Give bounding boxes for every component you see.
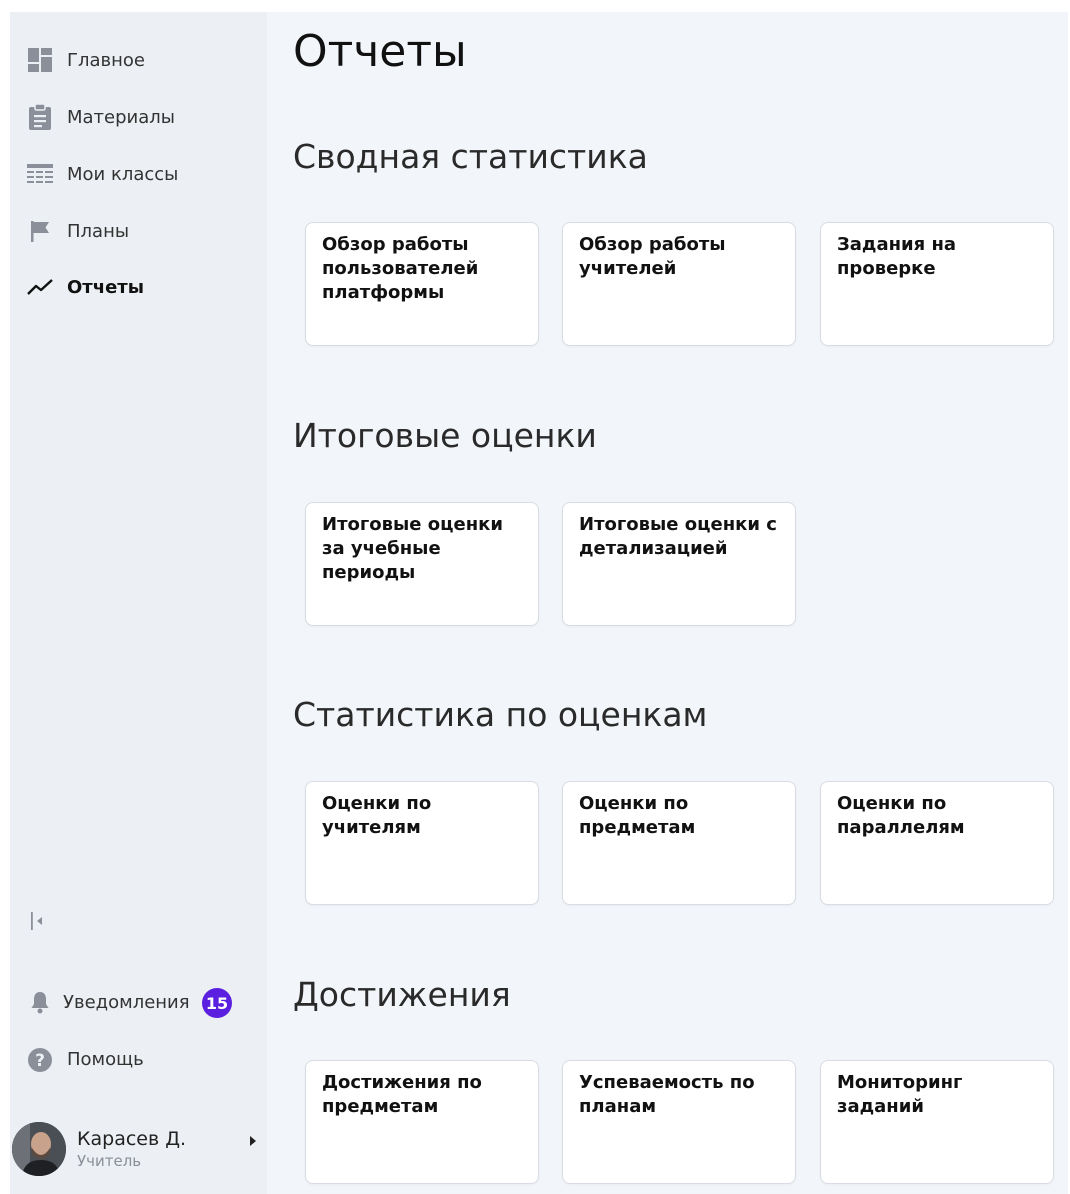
dashboard-icon [25,45,55,75]
app-frame: Главное Материалы Мои классы Планы Отчет… [10,12,1068,1194]
page-title: Отчеты [293,26,467,77]
notifications-button[interactable]: Уведомления 15 [10,982,267,1022]
report-card-label: Оценки по параллелям [837,793,965,838]
notifications-label: Уведомления [63,992,190,1013]
notifications-count-badge: 15 [202,988,232,1018]
report-card[interactable]: Обзор работы пользователей платформы [305,222,539,346]
flag-icon [25,216,55,246]
section-title: Достижения [293,975,511,1014]
report-card-label: Успеваемость по планам [579,1072,755,1117]
report-card-label: Задания на проверке [837,234,957,279]
avatar [12,1122,66,1176]
sidebar-item-label: Мои классы [67,163,179,185]
report-card-label: Обзор работы учителей [579,234,726,279]
sidebar-item-label: Материалы [67,106,175,128]
report-card-label: Оценки по предметам [579,793,696,838]
report-card[interactable]: Достижения по предметам [305,1060,539,1184]
section-title: Статистика по оценкам [293,695,708,734]
sidebar-item-label: Главное [67,49,145,71]
main-content: Отчеты Сводная статистика Обзор работы п… [267,12,1068,1194]
sidebar-item-materials[interactable]: Материалы [10,97,267,137]
report-card[interactable]: Оценки по учителям [305,781,539,905]
svg-text:?: ? [35,1051,45,1071]
sidebar-item-label: Отчеты [67,276,145,298]
report-card[interactable]: Итоговые оценки за учебные периоды [305,502,539,626]
user-menu[interactable]: Карасев Д. Учитель [10,1114,267,1184]
help-label: Помощь [67,1049,144,1070]
trend-line-icon [25,272,55,302]
sidebar-item-label: Планы [67,220,130,242]
clipboard-icon [25,102,55,132]
report-card[interactable]: Мониторинг заданий [820,1060,1054,1184]
sidebar-item-plans[interactable]: Планы [10,211,267,251]
sidebar-item-reports[interactable]: Отчеты [10,267,267,307]
table-icon [25,159,55,189]
sidebar-item-my-classes[interactable]: Мои классы [10,154,267,194]
report-card-label: Итоговые оценки за учебные периоды [322,514,503,583]
report-card[interactable]: Итоговые оценки с детализацией [562,502,796,626]
report-card[interactable]: Обзор работы учителей [562,222,796,346]
sidebar: Главное Материалы Мои классы Планы Отчет… [10,12,267,1194]
collapse-sidebar-icon[interactable] [28,910,50,932]
user-name: Карасев Д. [77,1128,187,1150]
section-title: Итоговые оценки [293,416,597,455]
report-card[interactable]: Оценки по предметам [562,781,796,905]
report-card-label: Итоговые оценки с детализацией [579,514,777,559]
section-title: Сводная статистика [293,137,648,176]
bell-icon [25,987,55,1017]
report-card-label: Обзор работы пользователей платформы [322,234,479,303]
sidebar-item-home[interactable]: Главное [10,40,267,80]
help-button[interactable]: ? Помощь [10,1040,267,1080]
report-card[interactable]: Оценки по параллелям [820,781,1054,905]
report-card-label: Достижения по предметам [322,1072,482,1117]
caret-right-icon [250,1136,256,1146]
report-card[interactable]: Задания на проверке [820,222,1054,346]
help-icon: ? [25,1045,55,1075]
user-role: Учитель [77,1152,142,1170]
report-card[interactable]: Успеваемость по планам [562,1060,796,1184]
report-card-label: Мониторинг заданий [837,1072,963,1117]
report-card-label: Оценки по учителям [322,793,432,838]
